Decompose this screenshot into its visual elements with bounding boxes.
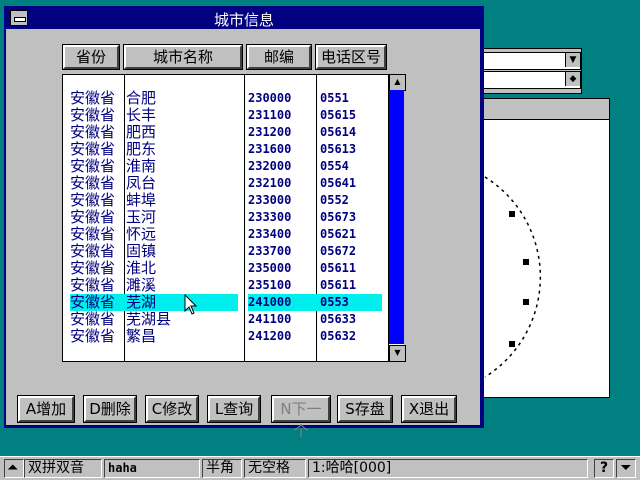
background-window-clock (476, 98, 610, 398)
cell-province[interactable]: 安徽省 (70, 260, 124, 277)
cell-province[interactable]: 安徽省 (70, 311, 124, 328)
cell-areacode[interactable]: 05641 (320, 175, 382, 192)
cell-province[interactable]: 安徽省 (70, 107, 124, 124)
cell-city[interactable]: 凤台 (126, 175, 240, 192)
bg-combo-box[interactable]: ▼ (481, 52, 581, 70)
cell-zipcode[interactable]: 241000 (248, 294, 314, 311)
cell-areacode[interactable]: 05614 (320, 124, 382, 141)
ime-input-buffer: haha (104, 459, 200, 478)
cell-zipcode[interactable]: 233300 (248, 209, 314, 226)
chevron-down-icon[interactable]: ▼ (565, 53, 580, 67)
column-header-province[interactable]: 省份 (62, 44, 120, 70)
save-button[interactable]: S存盘 (337, 395, 393, 423)
cell-province[interactable]: 安徽省 (70, 158, 124, 175)
cell-zipcode[interactable]: 230000 (248, 90, 314, 107)
background-window-combo: ▼ ◆ (476, 48, 582, 94)
cell-zipcode[interactable]: 231100 (248, 107, 314, 124)
cell-city[interactable]: 繁昌 (126, 328, 240, 345)
cell-areacode[interactable]: 05621 (320, 226, 382, 243)
column-header-zipcode[interactable]: 邮编 (246, 44, 312, 70)
cell-province[interactable]: 安徽省 (70, 141, 124, 158)
cell-zipcode[interactable]: 241100 (248, 311, 314, 328)
cell-city[interactable]: 芜湖县 (126, 311, 240, 328)
cell-areacode[interactable]: 05611 (320, 260, 382, 277)
ime-toggle-icon[interactable]: ⏶ (4, 459, 24, 478)
help-icon[interactable]: ? (594, 459, 614, 478)
cell-city[interactable]: 芜湖 (126, 294, 240, 311)
cell-areacode[interactable]: 0551 (320, 90, 382, 107)
cell-zipcode[interactable]: 232000 (248, 158, 314, 175)
cell-areacode[interactable]: 0553 (320, 294, 382, 311)
cell-zipcode[interactable]: 235000 (248, 260, 314, 277)
cell-areacode[interactable]: 05611 (320, 277, 382, 294)
exit-button[interactable]: X退出 (401, 395, 457, 423)
vertical-scrollbar[interactable]: ▲ ▼ (388, 74, 406, 362)
cell-city[interactable]: 怀远 (126, 226, 240, 243)
ime-mode[interactable]: 双拼双音 (24, 459, 102, 478)
query-button[interactable]: L查询 (207, 395, 261, 423)
cell-zipcode[interactable]: 233000 (248, 192, 314, 209)
cell-city[interactable]: 淮南 (126, 158, 240, 175)
dialog-title: 城市信息 (213, 11, 274, 29)
scroll-down-icon[interactable]: ▼ (389, 345, 406, 362)
column-divider (244, 74, 245, 362)
cell-province[interactable]: 安徽省 (70, 226, 124, 243)
cell-city[interactable]: 肥东 (126, 141, 240, 158)
space-toggle[interactable]: 无空格 (244, 459, 306, 478)
cell-areacode[interactable]: 05673 (320, 209, 382, 226)
cell-city[interactable]: 濉溪 (126, 277, 240, 294)
cell-zipcode[interactable]: 235100 (248, 277, 314, 294)
scroll-up-icon[interactable]: ▲ (389, 74, 406, 91)
cell-province[interactable]: 安徽省 (70, 192, 124, 209)
bg-spin-box[interactable]: ◆ (481, 71, 581, 89)
cell-areacode[interactable]: 0552 (320, 192, 382, 209)
cell-city[interactable]: 玉河 (126, 209, 240, 226)
cell-province[interactable]: 安徽省 (70, 294, 124, 311)
cell-province[interactable]: 安徽省 (70, 243, 124, 260)
cell-areacode[interactable]: 05613 (320, 141, 382, 158)
next-button[interactable]: N下一个 (271, 395, 331, 440)
ime-close-icon[interactable]: ⏷ (616, 459, 636, 478)
cell-city[interactable]: 固镇 (126, 243, 240, 260)
cell-province[interactable]: 安徽省 (70, 277, 124, 294)
cell-areacode[interactable]: 0554 (320, 158, 382, 175)
clock-face-icon (484, 176, 542, 378)
cell-city[interactable]: 肥西 (126, 124, 240, 141)
cell-zipcode[interactable]: 233700 (248, 243, 314, 260)
column-header-city[interactable]: 城市名称 (123, 44, 243, 70)
column-divider (316, 74, 317, 362)
bg-window-titlebar (477, 99, 609, 120)
spin-arrows-icon[interactable]: ◆ (565, 72, 580, 86)
cell-province[interactable]: 安徽省 (70, 209, 124, 226)
cell-areacode[interactable]: 05615 (320, 107, 382, 124)
cell-zipcode[interactable]: 231600 (248, 141, 314, 158)
cell-city[interactable]: 长丰 (126, 107, 240, 124)
cell-city[interactable]: 淮北 (126, 260, 240, 277)
cell-province[interactable]: 安徽省 (70, 175, 124, 192)
cell-city[interactable]: 蚌埠 (126, 192, 240, 209)
modify-button[interactable]: C修改 (145, 395, 199, 423)
half-width-toggle[interactable]: 半角 (202, 459, 242, 478)
cell-zipcode[interactable]: 233400 (248, 226, 314, 243)
cell-zipcode[interactable]: 232100 (248, 175, 314, 192)
column-divider (124, 74, 125, 362)
cell-city[interactable]: 合肥 (126, 90, 240, 107)
cell-zipcode[interactable]: 231200 (248, 124, 314, 141)
cell-areacode[interactable]: 05632 (320, 328, 382, 345)
cell-areacode[interactable]: 05672 (320, 243, 382, 260)
cell-province[interactable]: 安徽省 (70, 90, 124, 107)
cell-zipcode[interactable]: 241200 (248, 328, 314, 345)
cell-areacode[interactable]: 05633 (320, 311, 382, 328)
add-button[interactable]: A增加 (17, 395, 75, 423)
mouse-cursor-icon (184, 294, 198, 315)
ime-candidate[interactable]: 1:哈哈[000] (308, 459, 588, 478)
cell-province[interactable]: 安徽省 (70, 124, 124, 141)
delete-button[interactable]: D删除 (83, 395, 137, 423)
scroll-thumb[interactable] (389, 90, 404, 344)
cell-province[interactable]: 安徽省 (70, 328, 124, 345)
column-header-areacode[interactable]: 电话区号 (315, 44, 387, 70)
